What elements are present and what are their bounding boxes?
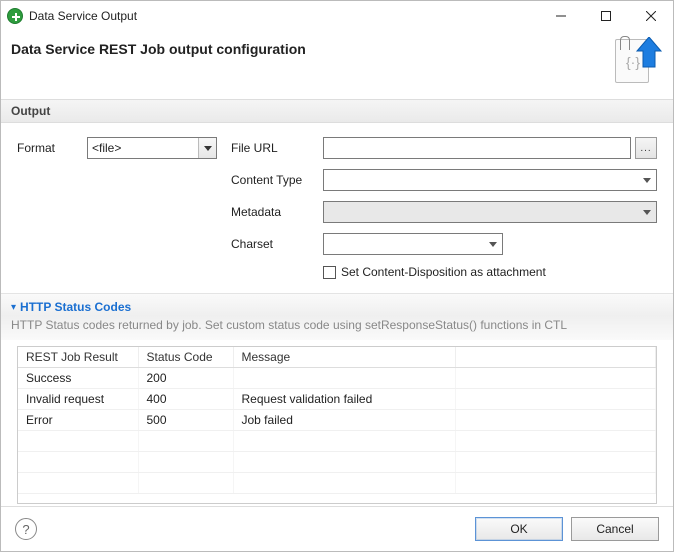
browse-button[interactable]: ...: [635, 137, 657, 159]
ok-button-label: OK: [510, 522, 527, 536]
help-button[interactable]: ?: [15, 518, 37, 540]
file-url-input[interactable]: [323, 137, 631, 159]
titlebar: Data Service Output: [1, 1, 673, 31]
file-url-label: File URL: [231, 141, 323, 155]
format-dropdown[interactable]: <file>: [87, 137, 217, 159]
col-result[interactable]: REST Job Result: [18, 347, 138, 368]
minimize-button[interactable]: [538, 1, 583, 31]
cell-message: Job failed: [233, 410, 456, 431]
cell-result: Error: [18, 410, 138, 431]
header-graphic: {·}: [615, 37, 659, 85]
app-icon: [7, 8, 23, 24]
dialog-title: Data Service REST Job output configurati…: [11, 37, 615, 57]
http-status-codes-description: HTTP Status codes returned by job. Set c…: [1, 316, 673, 340]
help-icon: ?: [22, 522, 29, 537]
col-blank: [456, 347, 656, 368]
dialog-header: Data Service REST Job output configurati…: [1, 31, 673, 99]
close-button[interactable]: [628, 1, 673, 31]
format-value: <file>: [88, 141, 198, 155]
cancel-button[interactable]: Cancel: [571, 517, 659, 541]
col-message[interactable]: Message: [233, 347, 456, 368]
cell-message: Request validation failed: [233, 389, 456, 410]
table-row[interactable]: [18, 431, 656, 452]
table-row[interactable]: [18, 473, 656, 494]
cell-result: Invalid request: [18, 389, 138, 410]
table-row[interactable]: [18, 452, 656, 473]
chevron-down-icon: [198, 138, 216, 158]
minimize-icon: [556, 11, 566, 21]
table-row[interactable]: Invalid request 400 Request validation f…: [18, 389, 656, 410]
cell-code: 400: [138, 389, 233, 410]
table-row[interactable]: Success 200: [18, 368, 656, 389]
http-status-codes-expander[interactable]: ▾ HTTP Status Codes: [1, 293, 673, 316]
ok-button[interactable]: OK: [475, 517, 563, 541]
charset-label: Charset: [231, 237, 323, 251]
col-code[interactable]: Status Code: [138, 347, 233, 368]
checkbox-icon: [323, 266, 336, 279]
maximize-button[interactable]: [583, 1, 628, 31]
dialog-window: Data Service Output Data Service REST Jo…: [0, 0, 674, 552]
metadata-dropdown[interactable]: [323, 201, 657, 223]
dialog-footer: ? OK Cancel: [1, 506, 673, 551]
form-area: Format <file> File URL ... Content Type: [1, 123, 673, 293]
content-type-dropdown[interactable]: [323, 169, 657, 191]
table-row[interactable]: Error 500 Job failed: [18, 410, 656, 431]
metadata-label: Metadata: [231, 205, 323, 219]
cell-result: Success: [18, 368, 138, 389]
content-type-label: Content Type: [231, 173, 323, 187]
chevron-down-icon: ▾: [11, 302, 16, 313]
ellipsis-icon: ...: [640, 143, 651, 154]
table-header-row: REST Job Result Status Code Message: [18, 347, 656, 368]
cell-code: 200: [138, 368, 233, 389]
cell-message: [233, 368, 456, 389]
http-status-codes-title: HTTP Status Codes: [20, 300, 131, 314]
cell-code: 500: [138, 410, 233, 431]
attachment-checkbox-label: Set Content-Disposition as attachment: [341, 265, 546, 279]
attachment-checkbox[interactable]: Set Content-Disposition as attachment: [323, 265, 546, 279]
charset-dropdown[interactable]: [323, 233, 503, 255]
chevron-down-icon: [638, 202, 656, 222]
maximize-icon: [601, 11, 611, 21]
section-output-header: Output: [1, 99, 673, 123]
cancel-button-label: Cancel: [596, 522, 633, 536]
chevron-down-icon: [638, 170, 656, 190]
format-label: Format: [17, 141, 87, 155]
upload-arrow-icon: [635, 37, 663, 69]
chevron-down-icon: [484, 234, 502, 254]
window-title: Data Service Output: [29, 9, 538, 23]
close-icon: [646, 11, 656, 21]
status-codes-table: REST Job Result Status Code Message Succ…: [17, 346, 657, 504]
